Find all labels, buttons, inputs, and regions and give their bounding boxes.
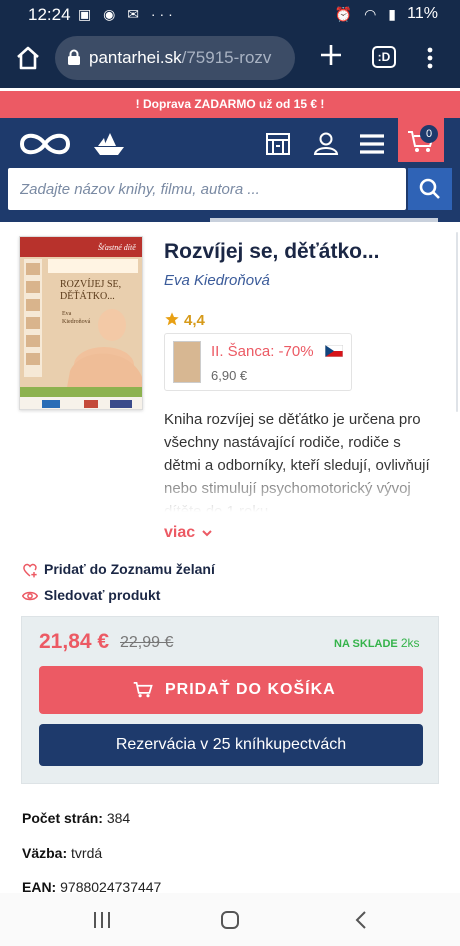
spec-binding-value: tvrdá xyxy=(71,845,103,861)
cover-title-line2: DĚŤÁTKO... xyxy=(60,290,115,302)
url-domain: pantarhei.sk xyxy=(89,48,182,67)
spec-binding-label: Väzba: xyxy=(22,845,68,861)
back-icon[interactable] xyxy=(352,910,372,930)
reserve-in-store-button[interactable]: Rezervácia v 25 kníhkupectvách xyxy=(39,724,423,766)
cart-count-badge: 0 xyxy=(420,125,438,143)
user-account-icon[interactable] xyxy=(312,130,340,158)
cover-author-line1: Eva xyxy=(62,311,72,317)
second-chance-offer[interactable]: II. Šanca: -70% 6,90 € xyxy=(164,333,352,391)
browser-toolbar: pantarhei.sk/75915-rozv :D xyxy=(0,30,460,88)
lock-icon xyxy=(68,49,80,65)
stock-count: 2ks xyxy=(400,636,420,650)
czech-flag-icon xyxy=(325,345,343,357)
cart-icon xyxy=(133,682,153,698)
star-icon xyxy=(165,312,179,326)
status-time: 12:24 xyxy=(28,5,71,24)
stores-icon[interactable] xyxy=(264,130,292,158)
read-more-link[interactable]: viac xyxy=(164,524,212,542)
read-more-label: viac xyxy=(164,524,196,541)
recent-apps-icon[interactable] xyxy=(92,910,112,930)
hamburger-menu-icon[interactable] xyxy=(358,130,386,158)
second-chance-price: 6,90 € xyxy=(211,368,248,383)
add-to-cart-label: PRIDAŤ DO KOŠÍKA xyxy=(165,681,336,698)
paper-ship-icon xyxy=(94,133,124,155)
spec-binding: Väzba: tvrdá xyxy=(22,845,102,861)
purchase-box: 21,84 € 22,99 € NA SKLADE 2ks PRIDAŤ DO … xyxy=(21,616,439,784)
spec-pages-label: Počet strán: xyxy=(22,810,103,826)
status-bar: 12:24 ▣ ◉ ✉ ··· ⏰ ◠ ▮ 11% xyxy=(0,0,460,30)
system-navigation-bar xyxy=(0,893,460,946)
description-fade xyxy=(164,466,432,512)
search-icon xyxy=(419,178,440,199)
chevron-down-icon xyxy=(201,530,212,537)
cover-title-line1: ROZVÍJEJ SE, xyxy=(60,278,121,290)
product-title: Rozvíjej se, děťátko... xyxy=(164,240,380,263)
add-to-cart-button[interactable]: PRIDAŤ DO KOŠÍKA xyxy=(39,666,423,714)
search-input[interactable] xyxy=(8,168,406,210)
battery-level: 11% xyxy=(407,5,438,22)
more-menu-icon[interactable] xyxy=(420,46,440,70)
heart-plus-icon xyxy=(23,563,37,578)
url-text: pantarhei.sk/75915-rozv xyxy=(89,48,271,68)
free-shipping-banner[interactable]: ! Doprava ZADARMO už od 15 € ! xyxy=(0,91,460,118)
header-scroll-indicator xyxy=(210,218,438,222)
home-nav-icon[interactable] xyxy=(220,910,240,930)
spec-pages: Počet strán: 384 xyxy=(22,810,130,826)
wishlist-label: Pridať do Zoznamu želaní xyxy=(44,561,215,577)
stock-status: NA SKLADE 2ks xyxy=(334,636,420,650)
rating-value: 4,4 xyxy=(184,312,205,329)
cover-series: Šťastné dítě xyxy=(98,242,136,252)
system-icons: ⏰ ◠ ▮ xyxy=(334,6,400,22)
stock-label: NA SKLADE xyxy=(334,638,398,650)
notification-icons: ▣ ◉ ✉ ··· xyxy=(78,6,177,22)
product-author-link[interactable]: Eva Kiedroňová xyxy=(164,272,270,289)
watch-label: Sledovať produkt xyxy=(44,587,161,603)
eye-icon xyxy=(22,591,38,601)
cover-artwork: Šťastné dítě ROZVÍJEJ SE, DĚŤÁTKO... Eva… xyxy=(20,237,142,409)
new-tab-icon[interactable] xyxy=(318,42,344,68)
cover-author-line2: Kiedroňová xyxy=(62,319,91,325)
search-box xyxy=(8,168,406,210)
second-chance-label: II. Šanca: -70% xyxy=(211,343,314,360)
tab-switcher-button[interactable]: :D xyxy=(372,46,396,68)
search-button[interactable] xyxy=(408,168,452,210)
page-scrollbar[interactable] xyxy=(456,232,458,412)
pantarhei-logo[interactable] xyxy=(18,130,72,158)
book-cover-image[interactable]: Šťastné dítě ROZVÍJEJ SE, DĚŤÁTKO... Eva… xyxy=(19,236,143,410)
spec-pages-value: 384 xyxy=(106,810,131,826)
cart-button[interactable] xyxy=(398,118,444,162)
home-icon[interactable] xyxy=(14,44,42,72)
url-bar[interactable]: pantarhei.sk/75915-rozv xyxy=(55,36,295,80)
current-price: 21,84 € xyxy=(39,630,110,653)
url-path: /75915-rozv xyxy=(181,48,272,67)
original-price: 22,99 € xyxy=(120,634,174,651)
second-chance-thumbnail xyxy=(173,341,201,383)
